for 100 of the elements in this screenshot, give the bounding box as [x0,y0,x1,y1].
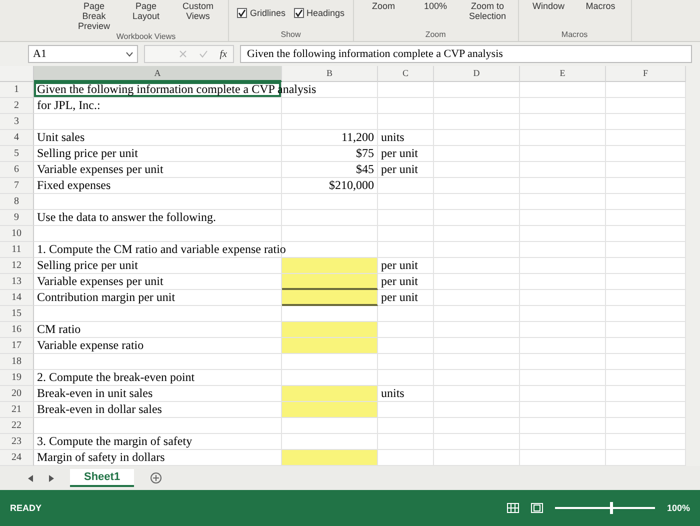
ribbon-button[interactable]: Macros [578,2,623,12]
ribbon-button[interactable]: Custom Views [176,2,220,22]
table-cell [378,370,434,386]
column-header[interactable]: F [606,66,686,82]
input-cell[interactable] [282,322,378,338]
checkbox[interactable] [237,8,247,18]
column-header[interactable]: D [434,66,520,82]
table-cell: units [378,386,434,402]
cell-text: CM ratio [37,322,81,336]
table-cell [378,226,434,242]
row-header[interactable]: 7 [0,178,34,194]
cell-text: Use the data to answer the following. [37,210,216,224]
ribbon-button[interactable]: Page Break Preview [72,2,116,32]
row-header[interactable]: 4 [0,130,34,146]
row-header[interactable]: 16 [0,322,34,338]
add-sheet-icon[interactable] [150,472,162,484]
row-header[interactable]: 14 [0,290,34,306]
check-icon[interactable] [198,50,208,58]
row-header[interactable]: 1 [0,82,34,98]
table-cell: $45 [282,162,378,178]
cell-text: Variable expenses per unit [37,162,164,176]
row-header[interactable]: 11 [0,242,34,258]
table-cell [378,402,434,418]
row-header[interactable]: 10 [0,226,34,242]
normal-view-icon[interactable] [506,503,519,513]
sheet-tab[interactable]: Sheet1 [70,469,134,487]
cell-text: Selling price per unit [37,258,138,272]
table-cell: 11,200 [282,130,378,146]
table-cell [378,114,434,130]
zoom-level[interactable]: 100% [666,503,690,513]
row-header[interactable]: 6 [0,162,34,178]
input-cell[interactable] [282,290,378,306]
table-cell: units [378,130,434,146]
row-header[interactable]: 17 [0,338,34,354]
column-header[interactable]: C [378,66,434,82]
input-cell[interactable] [282,274,378,290]
input-cell[interactable] [282,450,378,466]
cell-text: Unit sales [37,130,85,144]
name-box[interactable]: A1 [28,45,138,63]
checkbox-label[interactable]: Gridlines [250,8,286,18]
row-header[interactable]: 2 [0,98,34,114]
row-header[interactable]: 21 [0,402,34,418]
cell-text: 1. Compute the CM ratio and variable expense ratio [37,242,286,256]
input-cell[interactable] [282,402,378,418]
row-header[interactable]: 9 [0,210,34,226]
ribbon-button[interactable]: Zoom [362,2,406,12]
row-header[interactable]: 5 [0,146,34,162]
row-header[interactable]: 22 [0,418,34,434]
table-cell [378,338,434,354]
ribbon-button[interactable]: Page Layout [124,2,168,22]
checkbox-label[interactable]: Headings [306,8,345,18]
row-header[interactable]: 8 [0,194,34,210]
next-sheet-icon[interactable] [49,474,54,482]
table-cell: $75 [282,146,378,162]
cell-text: Selling price per unit [37,146,138,160]
group-label: Zoom [425,30,446,39]
column-header[interactable]: B [282,66,378,82]
table-cell: per unit [378,290,434,306]
ribbon-button[interactable]: 100% [414,2,458,12]
table-cell [378,194,434,210]
row-header[interactable]: 20 [0,386,34,402]
row-header[interactable]: 19 [0,370,34,386]
table-cell [378,178,434,194]
cell-text: for JPL, Inc.: [37,98,100,112]
group-label: Show [280,30,301,39]
slider-thumb[interactable] [610,502,613,514]
cell-text: Break-even in unit sales [37,386,153,400]
dropdown-caret-icon[interactable] [126,52,133,56]
cell-text: Margin of safety in dollars [37,450,165,464]
row-header[interactable]: 15 [0,306,34,322]
checkbox[interactable] [294,8,304,18]
row-header[interactable]: 3 [0,114,34,130]
ribbon-button[interactable]: Zoom to Selection [466,2,510,22]
table-cell: per unit [378,274,434,290]
row-header[interactable]: 13 [0,274,34,290]
column-header[interactable]: A [34,66,282,82]
row-header[interactable]: 24 [0,450,34,466]
input-cell[interactable] [282,386,378,402]
table-cell: per unit [378,162,434,178]
cell-text: Contribution margin per unit [37,290,176,304]
table-cell [378,82,434,98]
function-button[interactable]: fx [220,48,227,60]
row-header[interactable]: 18 [0,354,34,370]
group-label: Workbook Views [116,32,176,41]
formula-field[interactable]: Given the following information complete a CVP analysis [240,45,692,63]
row-header[interactable]: 12 [0,258,34,274]
ribbon-button[interactable]: Window [526,2,571,12]
cell-text: Variable expenses per unit [37,274,164,288]
input-cell[interactable] [282,258,378,274]
input-cell[interactable] [282,338,378,354]
cell-text: 3. Compute the margin of safety [37,434,192,448]
table-cell [378,434,434,450]
column-header[interactable]: E [520,66,606,82]
row-header[interactable]: 23 [0,434,34,450]
page-layout-icon[interactable] [530,503,543,513]
cell-text: 2. Compute the break-even point [37,370,195,384]
status-text: READY [10,503,42,513]
table-cell [378,98,434,114]
prev-sheet-icon[interactable] [28,474,33,482]
table-cell [378,306,434,322]
